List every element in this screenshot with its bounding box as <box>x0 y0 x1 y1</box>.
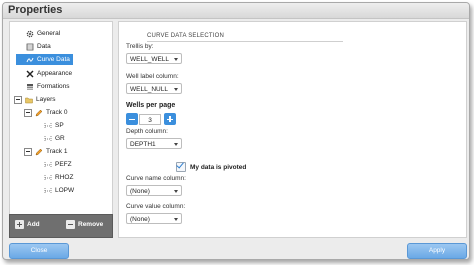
chevron-down-icon <box>174 143 178 146</box>
properties-tree: General Data Curve Data Appearance Forma… <box>9 21 113 215</box>
tree-item-appearance[interactable]: Appearance <box>26 68 72 79</box>
tree-item-track-1[interactable]: Track 1 <box>24 146 67 157</box>
title-bar: Properties <box>3 3 469 19</box>
trellis-by-select[interactable]: WELL_WELL <box>126 53 182 64</box>
well-label-column-value: WELL_NULL <box>130 86 168 93</box>
pivoted-checkbox[interactable] <box>176 160 186 172</box>
plus-icon <box>15 220 24 229</box>
tree-item-label: SP <box>55 122 64 129</box>
collapse-toggle-icon[interactable] <box>24 147 32 156</box>
pencil-icon <box>35 109 43 117</box>
curve-icon <box>44 161 52 169</box>
trellis-by-label: Trellis by: <box>126 43 154 50</box>
tree-item-sp[interactable]: SP <box>44 120 64 131</box>
collapse-toggle-icon[interactable] <box>24 108 32 117</box>
properties-dialog: Properties General Data Curve Data Appea… <box>2 2 470 260</box>
tree-item-label: PEFZ <box>55 161 72 168</box>
tree-item-label: Data <box>37 43 51 50</box>
tree-item-general[interactable]: General <box>26 28 60 39</box>
add-button[interactable]: Add <box>15 220 40 229</box>
folder-icon <box>25 96 33 104</box>
curve-data-icon <box>26 56 34 64</box>
pivoted-label: My data is pivoted <box>190 163 247 171</box>
section-title: CURVE DATA SELECTION <box>147 33 225 39</box>
curve-icon <box>44 122 52 130</box>
tree-item-layers[interactable]: Layers <box>14 94 56 105</box>
tree-item-lopw[interactable]: LOPW <box>44 185 74 196</box>
pencil-icon <box>35 148 43 156</box>
curve-value-column-select[interactable]: (None) <box>126 213 182 224</box>
tree-item-rhoz[interactable]: RHOZ <box>44 172 73 183</box>
curve-data-panel: CURVE DATA SELECTION Trellis by: WELL_WE… <box>118 21 467 238</box>
dialog-title: Properties <box>8 4 63 16</box>
decrement-button[interactable] <box>126 113 138 125</box>
curve-name-column-value: (None) <box>130 188 150 195</box>
well-label-column-label: Well label column: <box>126 73 179 80</box>
checkmark-icon <box>176 160 184 169</box>
chevron-down-icon <box>174 58 178 61</box>
depth-column-select[interactable]: DEPTH1 <box>126 138 182 149</box>
tree-item-label: Track 0 <box>46 109 68 116</box>
tree-item-track-0[interactable]: Track 0 <box>24 107 67 118</box>
increment-button[interactable] <box>164 113 176 125</box>
curve-icon <box>44 187 52 195</box>
tree-item-label: General <box>37 30 61 37</box>
tree-item-label: GR <box>55 135 65 142</box>
minus-icon <box>66 220 75 229</box>
wells-per-page-input[interactable]: 3 <box>139 113 161 125</box>
tree-item-label: Formations <box>37 83 70 90</box>
tree-item-label: Layers <box>36 96 56 103</box>
chevron-down-icon <box>174 218 178 221</box>
pivoted-checkbox-row[interactable]: My data is pivoted <box>176 160 247 172</box>
tools-icon <box>26 70 34 78</box>
tree-item-label: LOPW <box>55 187 75 194</box>
add-label: Add <box>27 221 40 228</box>
tree-item-label: Track 1 <box>46 148 68 155</box>
remove-button[interactable]: Remove <box>66 220 103 229</box>
curve-value-column-label: Curve value column: <box>126 203 186 210</box>
curve-icon <box>44 174 52 182</box>
tree-item-pefz[interactable]: PEFZ <box>44 159 72 170</box>
curve-value-column-value: (None) <box>130 216 150 223</box>
tree-item-label: Appearance <box>37 70 73 77</box>
formations-icon <box>26 83 34 91</box>
tree-item-curve-data[interactable]: Curve Data <box>16 54 73 65</box>
tree-item-gr[interactable]: GR <box>44 133 65 144</box>
wells-per-page-label: Wells per page <box>126 102 176 109</box>
curve-name-column-select[interactable]: (None) <box>126 185 182 196</box>
tree-item-formations[interactable]: Formations <box>26 81 70 92</box>
tree-item-label: Curve Data <box>37 56 70 63</box>
chevron-down-icon <box>174 88 178 91</box>
depth-column-label: Depth column: <box>126 128 168 135</box>
close-button[interactable]: Close <box>9 243 69 259</box>
data-icon <box>26 43 34 51</box>
remove-label: Remove <box>78 221 104 228</box>
section-divider <box>147 41 343 42</box>
gear-icon <box>26 30 34 38</box>
tree-item-data[interactable]: Data <box>26 41 51 52</box>
curve-icon <box>44 135 52 143</box>
depth-column-value: DEPTH1 <box>130 141 156 148</box>
collapse-toggle-icon[interactable] <box>14 95 22 104</box>
chevron-down-icon <box>174 190 178 193</box>
well-label-column-select[interactable]: WELL_NULL <box>126 83 182 94</box>
apply-button[interactable]: Apply <box>407 243 467 259</box>
tree-toolbar: Add Remove <box>9 214 113 238</box>
curve-name-column-label: Curve name column: <box>126 175 186 182</box>
trellis-by-value: WELL_WELL <box>130 56 170 63</box>
tree-item-label: RHOZ <box>55 174 74 181</box>
